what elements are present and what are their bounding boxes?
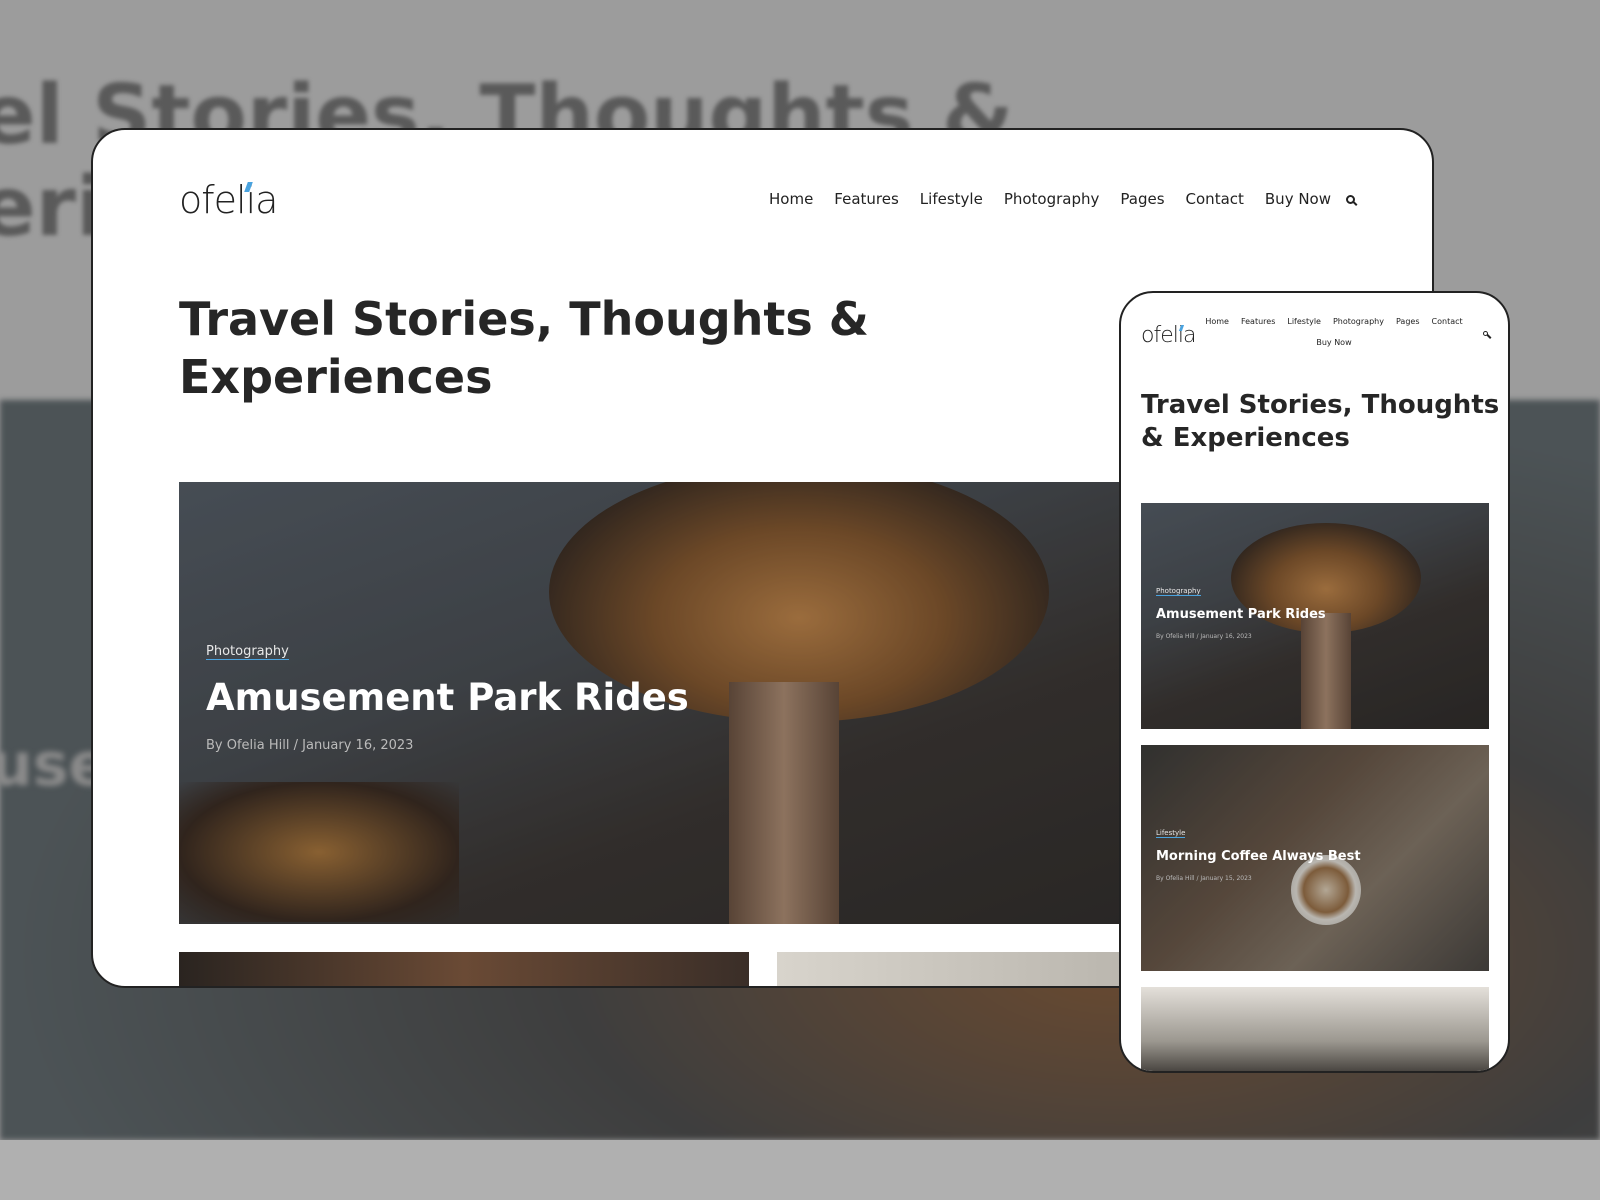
title-line: & Experiences — [1141, 423, 1350, 453]
logo[interactable]: ofelia — [1141, 323, 1196, 348]
post-meta: By Ofelia Hill / January 15, 2023 — [1156, 875, 1252, 882]
page-title: Travel Stories, Thoughts & Experiences — [179, 290, 869, 406]
nav-buy-now[interactable]: Buy Now — [1265, 190, 1331, 208]
nav-features[interactable]: Features — [1241, 317, 1275, 326]
post-date: / January 16, 2023 — [293, 738, 414, 753]
post-card[interactable]: Lifestyle Morning Coffee Always Best By … — [1141, 745, 1489, 971]
title-line: Experiences — [179, 350, 493, 404]
nav-buy-now[interactable]: Buy Now — [1316, 338, 1351, 347]
nav-home[interactable]: Home — [1205, 317, 1229, 326]
search-icon[interactable] — [1346, 194, 1355, 204]
post-meta: By Ofelia Hill / January 16, 2023 — [1156, 633, 1252, 640]
nav-home[interactable]: Home — [769, 190, 813, 208]
post-author[interactable]: By Ofelia Hill — [1156, 875, 1195, 882]
nav-lifestyle[interactable]: Lifestyle — [920, 190, 983, 208]
post-title[interactable]: Amusement Park Rides — [1156, 607, 1326, 622]
nav-contact[interactable]: Contact — [1186, 190, 1244, 208]
nav-contact[interactable]: Contact — [1432, 317, 1463, 326]
post-date: / January 15, 2023 — [1196, 875, 1252, 882]
search-icon[interactable] — [1483, 331, 1488, 336]
background-bottom — [0, 1140, 1600, 1200]
logo[interactable]: ofelia — [179, 178, 278, 222]
post-category[interactable]: Photography — [1156, 587, 1201, 596]
nav-features[interactable]: Features — [834, 190, 899, 208]
nav-photography[interactable]: Photography — [1004, 190, 1100, 208]
nav-pages[interactable]: Pages — [1396, 317, 1420, 326]
title-line: Travel Stories, Thoughts — [1141, 390, 1500, 420]
logo-text: ofelia — [179, 178, 278, 222]
post-thumbnail[interactable] — [179, 952, 749, 986]
logo-text: ofelia — [1141, 323, 1196, 348]
post-category[interactable]: Lifestyle — [1156, 829, 1186, 838]
title-line: Travel Stories, Thoughts & — [179, 292, 869, 346]
nav-pages[interactable]: Pages — [1120, 190, 1164, 208]
nav-lifestyle[interactable]: Lifestyle — [1287, 317, 1321, 326]
post-title[interactable]: Amusement Park Rides — [206, 676, 689, 719]
post-meta: By Ofelia Hill / January 16, 2023 — [206, 738, 413, 753]
main-nav: Home Features Lifestyle Photography Page… — [769, 190, 1355, 208]
post-title[interactable]: Morning Coffee Always Best — [1156, 849, 1361, 864]
post-author[interactable]: By Ofelia Hill — [1156, 633, 1195, 640]
mobile-nav: Home Features Lifestyle Photography Page… — [1199, 317, 1469, 347]
post-author[interactable]: By Ofelia Hill — [206, 738, 289, 753]
nav-photography[interactable]: Photography — [1333, 317, 1384, 326]
post-date: / January 16, 2023 — [1196, 633, 1252, 640]
mobile-mockup: ofelia Home Features Lifestyle Photograp… — [1119, 291, 1510, 1073]
page-title: Travel Stories, Thoughts & Experiences — [1141, 389, 1499, 455]
post-category[interactable]: Photography — [206, 644, 289, 660]
post-thumbnail[interactable] — [1141, 987, 1489, 1071]
post-card[interactable]: Photography Amusement Park Rides By Ofel… — [1141, 503, 1489, 729]
